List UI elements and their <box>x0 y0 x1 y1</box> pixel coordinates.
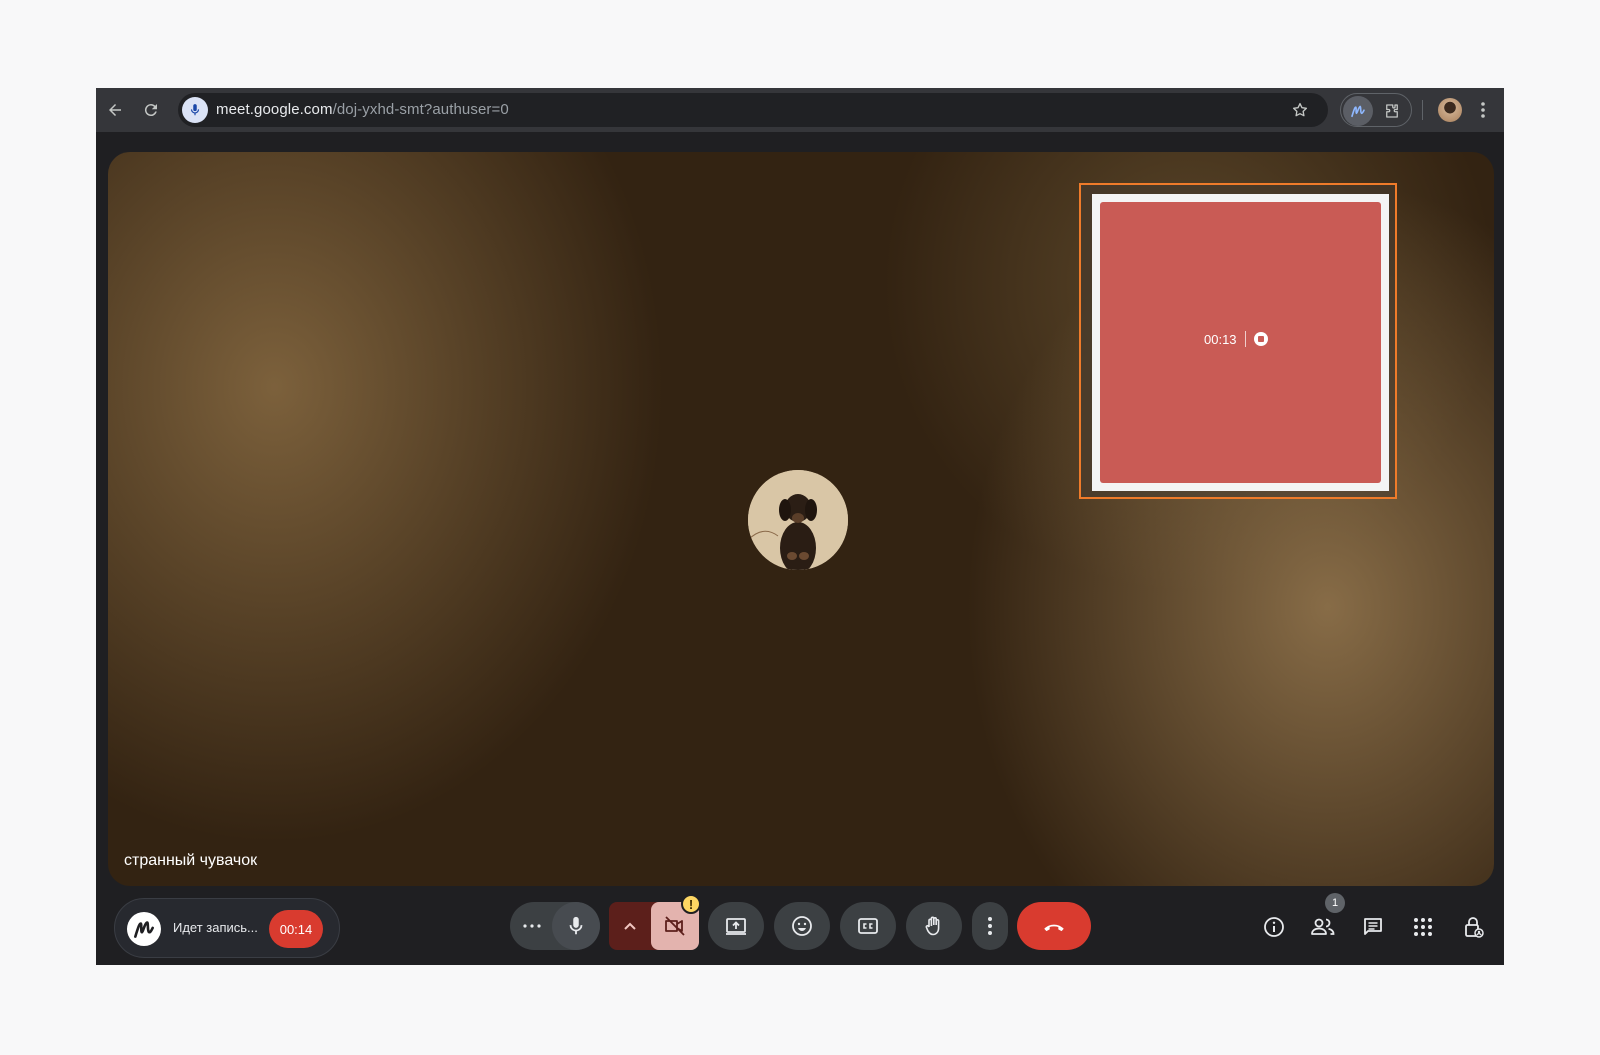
chat-icon[interactable] <box>1358 912 1388 942</box>
participants-count-badge: 1 <box>1325 893 1345 913</box>
camera-warning-badge: ! <box>681 894 701 914</box>
recorder-popup-frame: 00:13 <box>1092 194 1389 491</box>
recorder-divider <box>1244 331 1246 347</box>
captions-icon[interactable] <box>840 902 896 950</box>
puzzle-icon[interactable] <box>1379 98 1405 124</box>
star-icon[interactable] <box>1288 98 1312 122</box>
toolbar-divider <box>1422 100 1423 120</box>
mic-control-group <box>510 902 600 950</box>
back-arrow-icon[interactable] <box>102 97 128 123</box>
end-call-icon[interactable] <box>1017 902 1091 950</box>
participant-name: странный чувачок <box>124 852 258 869</box>
chevron-up-icon[interactable] <box>609 902 651 950</box>
recorder-popup-panel: 00:13 <box>1100 202 1381 483</box>
recorder-logo-icon <box>127 912 161 946</box>
extensions-group <box>1340 93 1412 127</box>
present-screen-icon[interactable] <box>708 902 764 950</box>
extension-m-icon[interactable] <box>1343 96 1373 126</box>
recording-label: Идет запись... <box>173 920 258 935</box>
recorder-popup-selection: 00:13 <box>1079 183 1397 499</box>
microphone-icon[interactable] <box>552 902 600 950</box>
people-icon[interactable] <box>1308 912 1338 942</box>
apps-grid-icon[interactable] <box>1408 912 1438 942</box>
meeting-controls: Идет запись... 00:14 ! 1 <box>96 888 1504 965</box>
host-controls-icon[interactable] <box>1458 912 1488 942</box>
recording-timer: 00:14 <box>269 910 323 948</box>
address-bar[interactable]: meet.google.com/doj-yxhd-smt?authuser=0 <box>178 93 1328 127</box>
more-horiz-icon[interactable] <box>510 902 554 950</box>
browser-toolbar: meet.google.com/doj-yxhd-smt?authuser=0 <box>96 88 1504 132</box>
raise-hand-icon[interactable] <box>906 902 962 950</box>
profile-avatar[interactable] <box>1438 98 1462 122</box>
more-vert-icon[interactable] <box>1473 97 1493 123</box>
url-path: /doj-yxhd-smt?authuser=0 <box>332 101 509 118</box>
stop-record-icon[interactable] <box>1253 332 1268 346</box>
dog-photo-avatar <box>748 470 848 570</box>
microphone-icon[interactable] <box>182 97 208 123</box>
emoji-icon[interactable] <box>774 902 830 950</box>
browser-window: meet.google.com/doj-yxhd-smt?authuser=0 <box>96 88 1504 965</box>
more-vert-icon[interactable] <box>972 902 1008 950</box>
url-host: meet.google.com <box>216 101 333 118</box>
url-text[interactable]: meet.google.com/doj-yxhd-smt?authuser=0 <box>216 101 509 118</box>
reload-icon[interactable] <box>138 97 164 123</box>
info-icon[interactable] <box>1259 912 1289 942</box>
recorder-elapsed: 00:13 <box>1204 331 1237 347</box>
participant-avatar <box>748 470 848 570</box>
video-stage: странный чувачок 00:13 <box>108 152 1494 886</box>
recorder-status: 00:13 <box>1204 331 1268 347</box>
recording-indicator[interactable]: Идет запись... 00:14 <box>114 898 340 958</box>
